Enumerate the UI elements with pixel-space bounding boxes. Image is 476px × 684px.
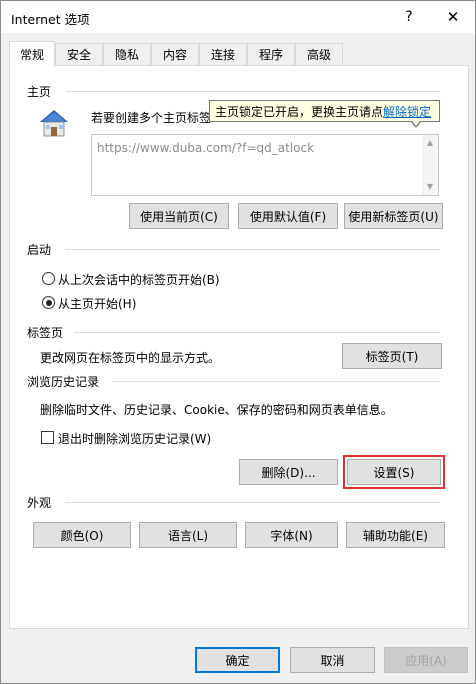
use-default-button[interactable]: 使用默认值(F) [238, 203, 338, 229]
delete-history-on-exit-label[interactable]: 退出时删除浏览历史记录(W) [58, 430, 211, 447]
unlock-link[interactable]: 解除锁定 [383, 103, 431, 120]
appearance-divider [66, 502, 440, 503]
accessibility-button[interactable]: 辅助功能(E) [346, 522, 445, 548]
homepage-divider [66, 91, 440, 92]
homepage-url-textarea[interactable]: https://www.duba.com/?f=qd_atlock ▲ ▼ [91, 134, 439, 196]
startup-last-session-radio[interactable] [42, 272, 55, 285]
tabs-section-label: 标签页 [27, 326, 64, 340]
startup-homepage-label[interactable]: 从主页开始(H) [58, 295, 136, 312]
homepage-section-label: 主页 [27, 85, 52, 99]
delete-history-on-exit-checkbox[interactable] [41, 431, 54, 444]
tabs-settings-button[interactable]: 标签页(T) [342, 343, 442, 369]
house-icon [40, 110, 68, 137]
appearance-section-label: 外观 [27, 496, 52, 510]
use-new-tab-button[interactable]: 使用新标签页(U) [344, 203, 443, 229]
scroll-up-arrow-icon[interactable]: ▲ [425, 138, 435, 148]
languages-button[interactable]: 语言(L) [139, 522, 237, 548]
tab-advanced[interactable]: 高级 [295, 43, 343, 65]
tab-connections[interactable]: 连接 [199, 43, 247, 65]
ok-button[interactable]: 确定 [195, 647, 280, 673]
history-settings-button[interactable]: 设置(S) [343, 455, 445, 489]
tab-security[interactable]: 安全 [55, 43, 103, 65]
title-bar: Internet 选项 ? ✕ [1, 1, 475, 33]
tab-privacy[interactable]: 隐私 [103, 43, 151, 65]
delete-history-button[interactable]: 删除(D)... [239, 459, 338, 485]
startup-last-session-label[interactable]: 从上次会话中的标签页开始(B) [58, 271, 220, 288]
startup-divider [66, 249, 440, 250]
tabs-description: 更改网页在标签页中的显示方式。 [40, 351, 221, 365]
history-description: 删除临时文件、历史记录、Cookie、保存的密码和网页表单信息。 [40, 403, 393, 417]
use-current-page-button[interactable]: 使用当前页(C) [129, 203, 229, 229]
scroll-down-arrow-icon[interactable]: ▼ [425, 182, 435, 192]
history-section-label: 浏览历史记录 [27, 375, 100, 389]
help-button[interactable]: ? [387, 1, 431, 33]
startup-homepage-radio[interactable] [42, 296, 55, 309]
fonts-button[interactable]: 字体(N) [245, 522, 338, 548]
window-title: Internet 选项 [11, 12, 90, 27]
tab-content[interactable]: 内容 [151, 43, 199, 65]
startup-section-label: 启动 [27, 243, 52, 257]
url-scrollbar[interactable]: ▲ ▼ [422, 135, 438, 195]
tab-strip: 常规 安全 隐私 内容 连接 程序 高级 [9, 41, 469, 67]
close-button[interactable]: ✕ [431, 1, 475, 33]
homepage-lock-tooltip: 主页锁定已开启，更换主页请点 解除锁定 [209, 100, 440, 128]
homepage-url-text: https://www.duba.com/?f=qd_atlock [97, 141, 315, 155]
history-divider [112, 381, 440, 382]
colors-button[interactable]: 颜色(O) [33, 522, 131, 548]
tab-general[interactable]: 常规 [9, 41, 55, 67]
homepage-description: 若要创建多个主页标签 [91, 111, 212, 125]
cancel-button[interactable]: 取消 [290, 647, 375, 673]
tooltip-tail [410, 120, 422, 128]
internet-options-window: Internet 选项 ? ✕ 常规 安全 隐私 内容 连接 程序 高级 主页 … [0, 0, 476, 684]
tab-programs[interactable]: 程序 [247, 43, 295, 65]
tooltip-text: 主页锁定已开启，更换主页请点 [215, 104, 384, 119]
tabs-divider [74, 332, 440, 333]
apply-button[interactable]: 应用(A) [384, 647, 468, 673]
general-tab-panel: 主页 若要创建多个主页标签 主页锁定已开启，更换主页请点 解除锁定 https:… [9, 65, 469, 629]
